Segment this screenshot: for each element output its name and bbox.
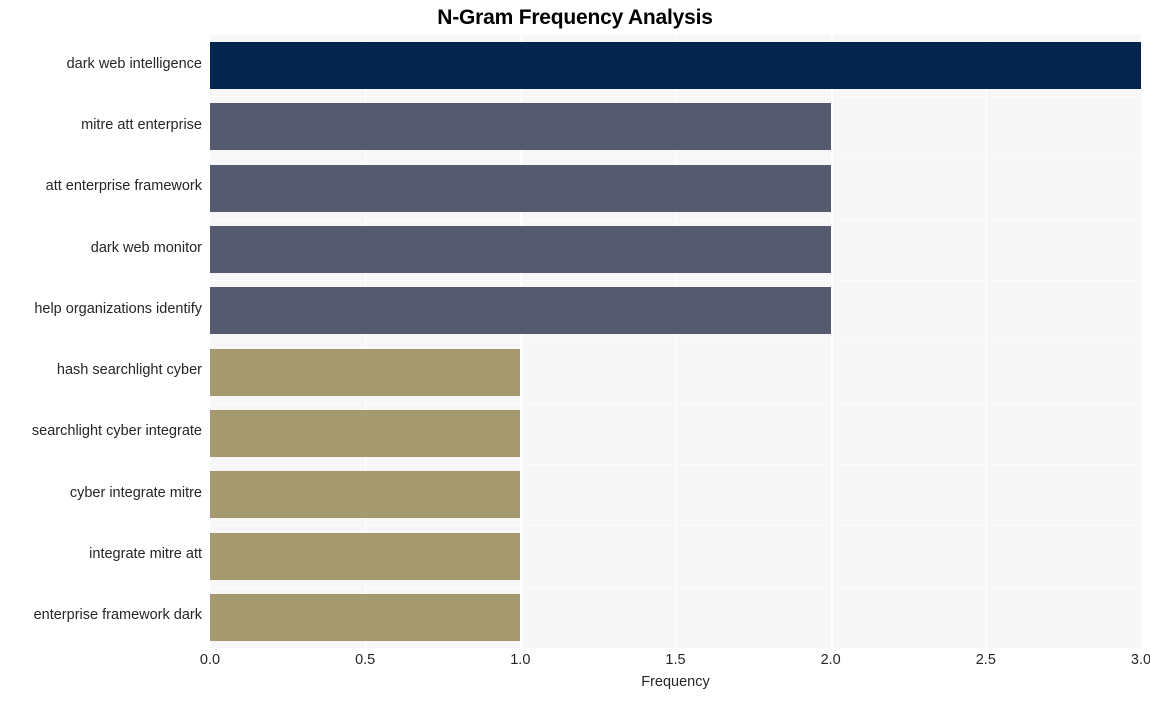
bar [210,42,1141,90]
bar [210,593,521,641]
bar [210,348,521,396]
x-tick-label: 0.5 [355,652,376,668]
gridline-y [210,219,1141,220]
chart-title: N-Gram Frequency Analysis [437,6,713,29]
x-axis-label: Frequency [641,674,710,690]
gridline-y [210,587,1141,588]
y-tick-label: dark web monitor [90,239,202,256]
y-tick-label: att enterprise framework [45,178,202,195]
bar [210,532,521,580]
gridline-y [210,96,1141,97]
y-tick-label: enterprise framework dark [33,607,202,624]
y-tick-label: dark web intelligence [66,55,202,72]
bar [210,226,831,274]
y-tick-label: cyber integrate mitre [69,484,202,501]
bar [210,164,831,212]
y-tick-label: integrate mitre att [89,546,202,563]
ngram-frequency-chart: N-Gram Frequency Analysis dark web intel… [0,0,1150,701]
gridline-y [210,464,1141,465]
x-tick-label: 0.0 [199,652,221,668]
gridline-y [210,158,1141,159]
gridline-y [210,403,1141,404]
bar [210,287,831,335]
y-tick-label: mitre att enterprise [81,116,202,133]
gridline-y [210,280,1141,281]
x-tick-label: 2.5 [975,652,996,668]
gridline-y [210,525,1141,526]
y-tick-label: help organizations identify [34,300,202,317]
bar [210,409,521,457]
x-tick-label: 2.0 [820,652,841,668]
x-tick-label: 1.0 [510,652,531,668]
plot-area [210,35,1141,648]
bar [210,471,521,519]
x-tick-label: 3.0 [1130,652,1150,668]
y-axis-tick-labels: dark web intelligence mitre att enterpris… [0,35,202,648]
y-tick-label: hash searchlight cyber [56,362,202,379]
bar [210,103,831,151]
y-tick-label: searchlight cyber integrate [31,423,202,440]
gridline-y [210,342,1141,343]
x-tick-label: 1.5 [665,652,686,668]
